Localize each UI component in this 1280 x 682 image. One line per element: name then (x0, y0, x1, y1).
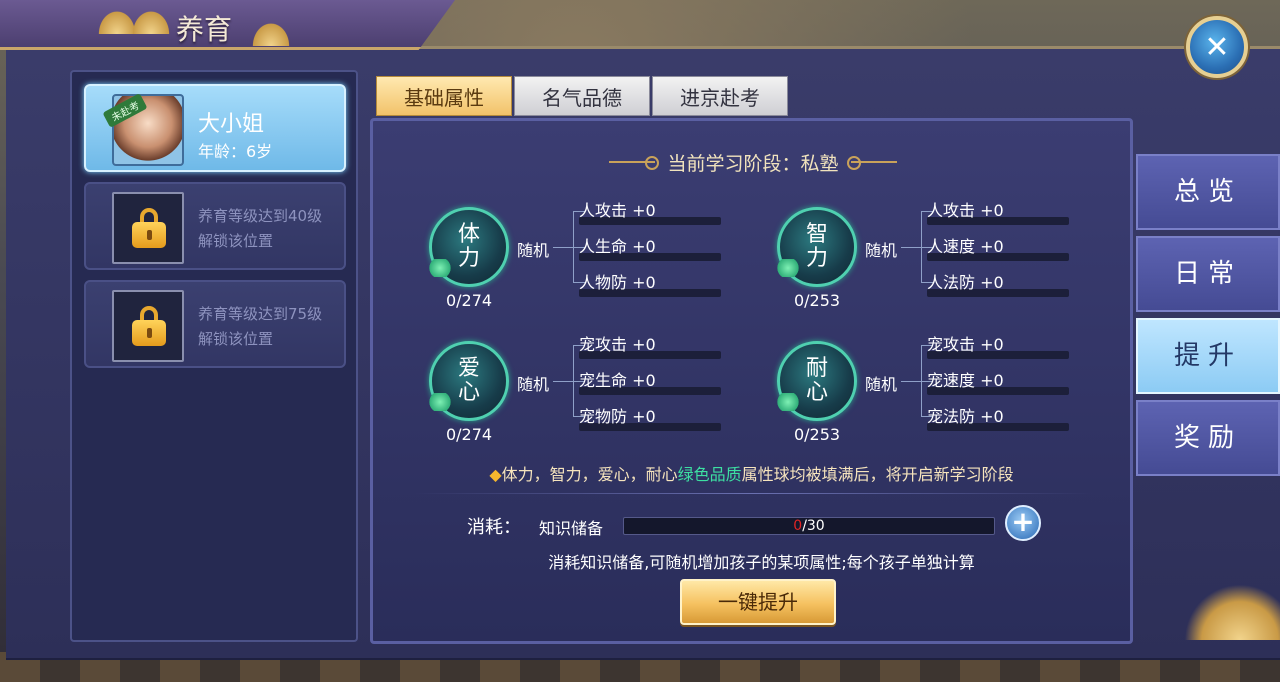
side-tab-upgrade[interactable]: 提升 (1136, 318, 1280, 394)
stat-row: 人物防 +0 (579, 269, 723, 297)
children-list: 未赴考 大小姐 年龄：6岁 养育等级达到40级 解锁该位置 养育等级达到75级 … (70, 70, 358, 642)
fan-decoration-icon (250, 20, 292, 46)
lock-frame (112, 192, 184, 264)
random-label: 随机 (865, 375, 898, 394)
stat-row: 人生命 +0 (579, 233, 723, 261)
stat-row: 宠物防 +0 (579, 403, 723, 431)
knowledge-progress-bar: 0/30 (623, 517, 995, 535)
stat-label: 宠攻击 +0 (579, 335, 656, 354)
consume-label: 消耗： (467, 517, 521, 538)
tab-basic-attributes[interactable]: 基础属性 (376, 76, 512, 116)
unlock-hint: 解锁该位置 (198, 232, 274, 250)
child-age: 年龄：6岁 (198, 142, 273, 161)
connector-line (553, 381, 573, 382)
stat-label: 宠法防 +0 (927, 407, 1004, 426)
stat-row: 宠攻击 +0 (927, 331, 1071, 359)
attribute-love: 爱心 0/274 随机 宠攻击 +0 宠生命 +0 宠物防 +0 (425, 335, 729, 451)
stat-label: 人速度 +0 (927, 237, 1004, 256)
ornament-icon (846, 156, 897, 170)
stat-row: 人速度 +0 (927, 233, 1071, 261)
connector-line (901, 247, 921, 248)
fan-decoration-icon (130, 8, 172, 34)
stat-label: 人法防 +0 (927, 273, 1004, 292)
stat-row: 人攻击 +0 (579, 197, 723, 225)
knowledge-label: 知识储备 (539, 519, 604, 538)
fan-decoration-icon (1180, 580, 1280, 640)
note-highlight: 绿色品质 (677, 465, 742, 484)
child-avatar: 未赴考 (102, 93, 184, 166)
attribute-strength: 体力 0/274 随机 人攻击 +0 人生命 +0 人物防 +0 (425, 201, 729, 317)
stat-row: 人攻击 +0 (927, 197, 1071, 225)
stat-label: 人物防 +0 (579, 273, 656, 292)
unlock-condition: 养育等级达到75级 (198, 305, 323, 323)
knowledge-max: /30 (802, 518, 825, 534)
lock-frame (112, 290, 184, 362)
cloud-icon (773, 393, 803, 411)
note-text: 属性球均被填满后，将开启新学习阶段 (741, 465, 1014, 484)
note-text: 体力，智力，爱心，耐心 (501, 465, 678, 484)
random-label: 随机 (517, 241, 550, 260)
stat-row: 宠速度 +0 (927, 367, 1071, 395)
add-knowledge-button[interactable]: + (1005, 505, 1041, 541)
stat-row: 宠法防 +0 (927, 403, 1071, 431)
attribute-progress: 0/253 (793, 425, 841, 444)
stat-label: 人生命 +0 (579, 237, 656, 256)
attribute-patience: 耐心 0/253 随机 宠攻击 +0 宠速度 +0 宠法防 +0 (773, 335, 1077, 451)
unlock-condition: 养育等级达到40级 (198, 207, 323, 225)
consume-description: 消耗知识储备,可随机增加孩子的某项属性;每个孩子单独计算 (548, 553, 975, 572)
tab-capital-exam[interactable]: 进京赴考 (652, 76, 788, 116)
cloud-icon (425, 393, 455, 411)
title-ribbon: 养育 (0, 0, 455, 50)
divider (413, 493, 1093, 494)
stat-row: 人法防 +0 (927, 269, 1071, 297)
close-button[interactable]: ✕ (1186, 16, 1248, 78)
child-slot-locked[interactable]: 养育等级达到40级 解锁该位置 (84, 182, 346, 270)
ornament-icon (609, 156, 660, 170)
side-tab-overview[interactable]: 总览 (1136, 154, 1280, 230)
side-tab-daily[interactable]: 日常 (1136, 236, 1280, 312)
child-name: 大小姐 (198, 112, 265, 137)
stat-row: 宠攻击 +0 (579, 331, 723, 359)
stat-label: 宠生命 +0 (579, 371, 656, 390)
window-title: 养育 (176, 13, 233, 46)
stage-unlock-note: ◆体力，智力，爱心，耐心绿色品质属性球均被填满后，将开启新学习阶段 (373, 461, 1130, 485)
random-label: 随机 (865, 241, 898, 260)
stat-label: 宠物防 +0 (579, 407, 656, 426)
random-label: 随机 (517, 375, 550, 394)
stat-label: 人攻击 +0 (579, 201, 656, 220)
stage-header: 当前学习阶段：私塾 (593, 149, 913, 175)
attribute-progress: 0/253 (793, 291, 841, 310)
one-click-upgrade-button[interactable]: 一键提升 (680, 579, 836, 625)
attribute-intelligence: 智力 0/253 随机 人攻击 +0 人速度 +0 人法防 +0 (773, 201, 1077, 317)
stat-row: 宠生命 +0 (579, 367, 723, 395)
attribute-progress: 0/274 (445, 425, 493, 444)
unlock-hint: 解锁该位置 (198, 330, 274, 348)
cloud-icon (773, 259, 803, 277)
attribute-progress: 0/274 (445, 291, 493, 310)
child-slot-selected[interactable]: 未赴考 大小姐 年龄：6岁 (84, 84, 346, 172)
connector-line (901, 381, 921, 382)
lock-icon (132, 208, 166, 248)
connector-line (553, 247, 573, 248)
stat-label: 宠速度 +0 (927, 371, 1004, 390)
attributes-panel: 当前学习阶段：私塾 体力 0/274 随机 人攻击 +0 人生命 +0 人物防 … (370, 118, 1133, 644)
knowledge-current: 0 (793, 518, 803, 534)
current-stage: 当前学习阶段：私塾 (667, 152, 839, 175)
attribute-tabs: 基础属性 名气品德 进京赴考 (376, 76, 788, 116)
stat-label: 宠攻击 +0 (927, 335, 1004, 354)
diamond-icon: ◆ (489, 465, 502, 484)
close-icon: ✕ (1204, 29, 1230, 65)
status-badge: 未赴考 (102, 93, 148, 128)
plus-icon: + (1011, 505, 1035, 538)
side-tab-rewards[interactable]: 奖励 (1136, 400, 1280, 476)
lock-icon (132, 306, 166, 346)
cloud-icon (425, 259, 455, 277)
child-slot-locked[interactable]: 养育等级达到75级 解锁该位置 (84, 280, 346, 368)
tab-fame-virtue[interactable]: 名气品德 (514, 76, 650, 116)
stat-label: 人攻击 +0 (927, 201, 1004, 220)
